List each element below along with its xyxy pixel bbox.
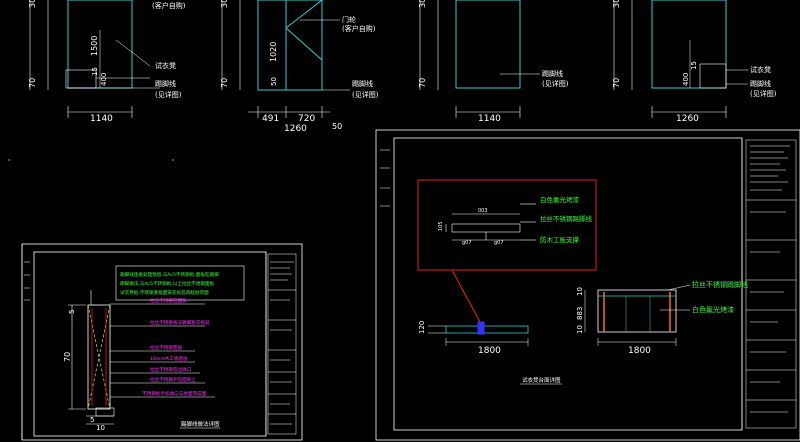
left-note-line-3: 试衣凳板,不锈钢底板面安装好后再粘贴饰面 [120,289,209,296]
p4-label-detail: (见详图) [750,89,777,98]
left-sheet-title: 踢脚线做法详图 [181,420,220,428]
left-dim-5-top: 5 [68,310,76,314]
left-sheet-side-ticks [24,261,30,301]
elevation-panel-2 [221,0,350,118]
right-callout-skirting: 拉丝不锈钢踢脚线 [692,280,748,289]
p1-label-stool: 试衣凳 [155,61,176,70]
right-callout-paint: 白色氟光烤漆 [692,305,734,314]
p2-dim-491: 491 [262,114,279,124]
left-dim-1800: 1800 [478,346,501,356]
p3-dim-1140: 1140 [478,114,501,124]
left-callout-7: 不锈钢板卡扣收口与地面完成面 [142,390,207,397]
left-dim-120: 120 [418,321,426,334]
p3-dim-30: 30 [418,0,427,8]
detail-label-support: 防木工板支撑 [540,235,580,244]
p1-dim-70: 70 [28,78,37,88]
detail-profile [445,203,536,241]
left-dim-70: 70 [63,352,72,362]
p2-dim-30: 30 [220,0,229,8]
top-elevations: 30 70 1500 15 400 (客户自购) 试衣凳 踢脚线 (见详图) 1… [28,0,777,134]
left-callout-5: 拉丝不锈钢包边收口 [150,366,192,373]
p4-label-skirting: 踢脚线 [750,79,771,88]
p2-dim-70: 70 [220,78,229,88]
left-callout-6: 拉丝不锈钢外包面板上 [150,376,196,383]
p2-label-skirting: 踢脚线 [352,79,373,88]
p1-dim-1500: 1500 [90,36,99,56]
p1-dim-15: 15 [91,67,99,76]
p3-label-detail: (见详图) [542,79,569,88]
p1-dim-400: 400 [100,73,108,86]
left-callout-1: 拉丝不锈钢包面板 [150,297,187,304]
detail-label-paint: 白色氟光烤漆 [540,195,580,204]
p2-dim-50-side: 50 [332,122,342,131]
detail-dim-003: 003 [478,208,488,214]
p3-label-skirting: 踢脚线 [542,69,563,78]
p4-label-stool: 试衣凳 [750,65,771,74]
right-title-block [745,139,797,429]
left-dim-10: 10 [96,424,105,432]
p1-label-skirting: 踢脚线 [155,79,176,88]
p2-dim-720: 720 [298,114,315,124]
left-callout-4: 18mm木工板基层 [150,355,188,362]
p4-dim-400: 400 [682,73,690,86]
stool-plank-section [428,321,529,346]
p1-dim-30: 30 [28,0,37,8]
right-dim-1800: 1800 [628,346,651,356]
p4-dim-30: 30 [612,0,621,8]
right-dim-10-top: 10 [576,287,584,296]
p2-label-client: (客户自购) [342,24,376,33]
detail-label-skirting: 拉丝不锈钢踢脚线 [540,214,593,223]
detail-dim-g07-a: g07 [462,240,472,246]
cad-drawing-canvas: 30 70 1500 15 400 (客户自购) 试衣凳 踢脚线 (见详图) 1… [8,0,800,441]
right-sheet-title: 试衣凳台面详图 [522,376,561,384]
p4-dim-1260: 1260 [676,114,699,124]
p2-dim-1260-partial: 1260 [284,124,307,134]
right-dim-883: 883 [576,307,584,320]
p1-dim-1140: 1140 [90,114,113,124]
p2-dim-1020: 1020 [269,42,278,62]
p3-dim-70: 70 [418,78,427,88]
p2-label-doorwheel: 门轮 [342,15,356,24]
elevation-panel-4 [613,0,748,118]
left-title-block [267,253,297,435]
detail-dim-g07-b: g07 [494,240,504,246]
left-note-line-1: 踢脚线连接处理预留,与Ac5不锈钢板,面板在踢脚 [120,271,219,278]
left-callout-2: 拉丝不锈钢板与踢脚板交接处 [150,319,210,326]
elevation-panel-3 [419,0,540,118]
p4-dim-70: 70 [612,78,621,88]
left-callout-3: 拉丝不锈钢面层 [150,344,183,351]
p1-label-detail: (见详图) [155,90,182,99]
right-sheet-side-ticks [380,149,390,207]
detail-dim-105: 105 [438,221,444,231]
right-dim-10-bottom: 10 [576,325,584,334]
stool-elevation [584,284,691,346]
p2-label-detail: (见详图) [352,90,379,99]
elevation-panel-1 [29,0,160,118]
left-note-line-2: 踢脚做法,与Ac5不锈钢板,以上拉丝不锈钢面板 [120,280,215,287]
left-dim-5-bottom: 5 [90,416,94,424]
p4-dim-15: 15 [690,61,698,70]
p2-dim-50: 50 [270,77,278,86]
p1-label-client: (客户自购) [152,1,186,10]
